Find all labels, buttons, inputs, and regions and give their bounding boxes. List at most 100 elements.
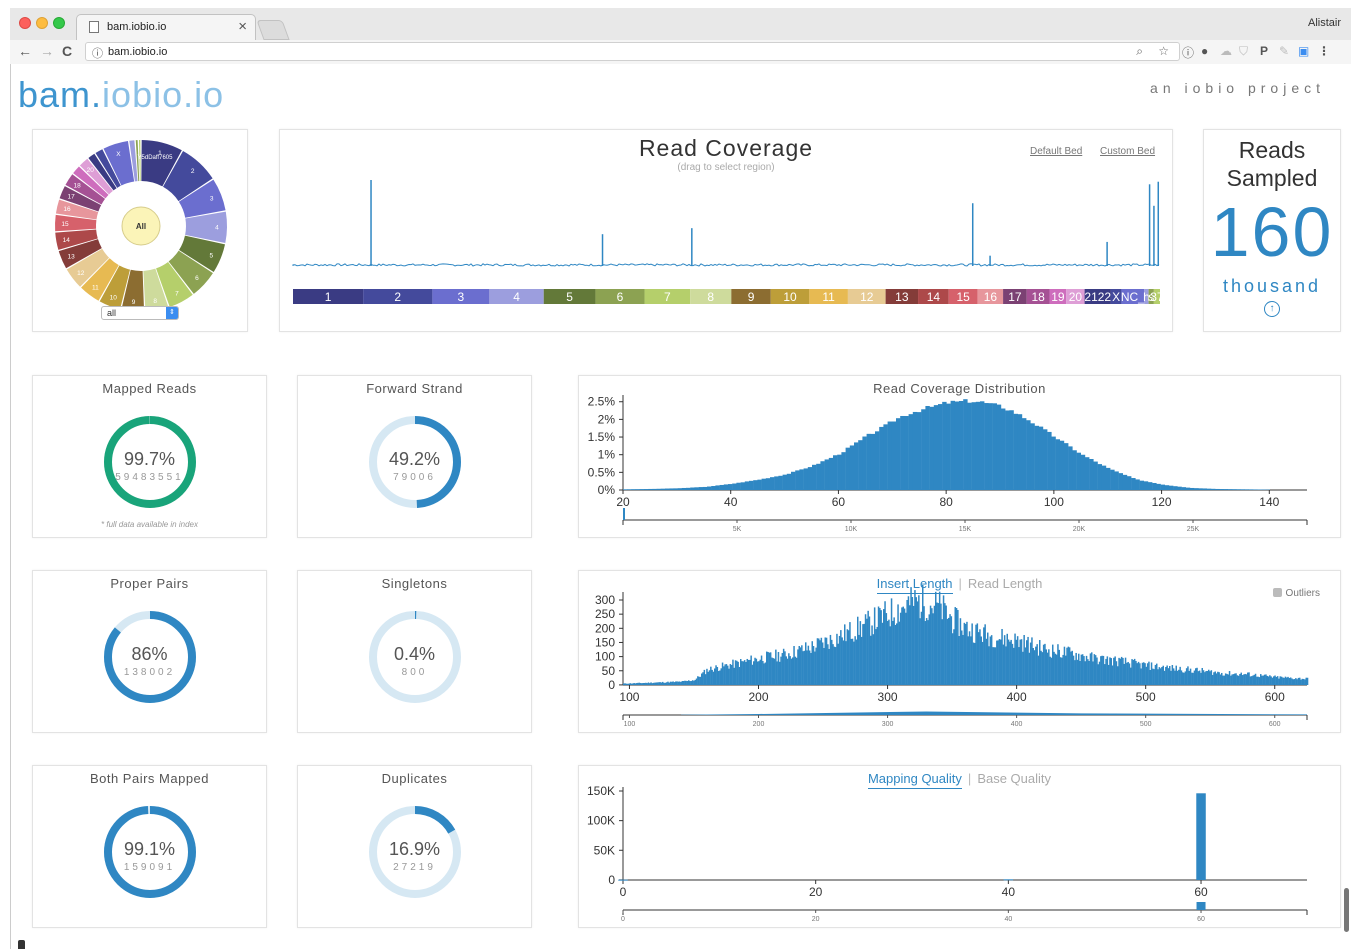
histogram-bar[interactable] xyxy=(1206,488,1212,490)
histogram-bar[interactable] xyxy=(719,670,721,685)
histogram-bar[interactable] xyxy=(744,481,750,490)
histogram-bar[interactable] xyxy=(884,601,886,685)
histogram-bar[interactable] xyxy=(727,665,729,685)
histogram-bar[interactable] xyxy=(931,608,933,685)
histogram-bar[interactable] xyxy=(1015,639,1018,685)
histogram-bar[interactable] xyxy=(1107,664,1110,685)
histogram-bar[interactable] xyxy=(1150,662,1153,685)
histogram-bar[interactable] xyxy=(639,489,645,490)
histogram-bar[interactable] xyxy=(989,636,992,685)
histogram-bar[interactable] xyxy=(1286,677,1288,685)
histogram-bar[interactable] xyxy=(776,661,778,685)
histogram-bar[interactable] xyxy=(858,440,863,490)
histogram-bar[interactable] xyxy=(938,591,941,685)
histogram-bar[interactable] xyxy=(1215,488,1220,490)
histogram-bar[interactable] xyxy=(1256,676,1258,685)
histogram-bar[interactable] xyxy=(1010,639,1012,685)
histogram-bar[interactable] xyxy=(1174,670,1176,685)
histogram-bar[interactable] xyxy=(1101,655,1103,685)
histogram-bar[interactable] xyxy=(1232,674,1235,685)
histogram-bar[interactable] xyxy=(1274,675,1276,685)
histogram-bar[interactable] xyxy=(900,415,905,490)
histogram-bar[interactable] xyxy=(732,483,737,490)
page-scrollbar[interactable] xyxy=(1344,888,1349,932)
histogram-bar[interactable] xyxy=(838,635,841,685)
histogram-bar[interactable] xyxy=(891,421,897,490)
histogram-bar[interactable] xyxy=(1043,429,1048,490)
histogram-bar[interactable] xyxy=(684,680,686,685)
histogram-bar[interactable] xyxy=(1232,489,1237,490)
histogram-bar[interactable] xyxy=(1201,667,1204,685)
histogram-bar[interactable] xyxy=(714,668,716,685)
histogram-bar[interactable] xyxy=(757,479,762,490)
histogram-bar[interactable] xyxy=(793,646,795,685)
histogram-bar[interactable] xyxy=(1265,674,1267,685)
histogram-bar[interactable] xyxy=(1130,667,1132,685)
histogram-bar[interactable] xyxy=(659,682,661,685)
histogram-bar[interactable] xyxy=(821,642,824,685)
histogram-bar[interactable] xyxy=(1074,660,1076,685)
histogram-bar[interactable] xyxy=(1093,654,1096,685)
histogram-bar[interactable] xyxy=(625,683,628,685)
histogram-bar[interactable] xyxy=(768,652,771,685)
histogram-bar[interactable] xyxy=(729,664,732,685)
histogram-bar[interactable] xyxy=(623,683,625,685)
histogram-bar[interactable] xyxy=(971,623,973,685)
histogram-bar[interactable] xyxy=(738,666,741,685)
histogram-bar[interactable] xyxy=(632,683,634,685)
histogram-bar[interactable] xyxy=(1253,674,1256,685)
histogram-bar[interactable] xyxy=(942,595,945,685)
histogram-bar[interactable] xyxy=(652,682,655,685)
histogram-bar[interactable] xyxy=(1144,663,1146,685)
histogram-bar[interactable] xyxy=(740,482,745,490)
histogram-bar[interactable] xyxy=(1288,677,1291,685)
histogram-bar[interactable] xyxy=(841,637,843,685)
histogram-bar[interactable] xyxy=(724,664,726,685)
histogram-bar[interactable] xyxy=(808,650,811,685)
histogram-bar[interactable] xyxy=(933,605,936,685)
histogram-bar[interactable] xyxy=(929,406,934,490)
histogram-bar[interactable] xyxy=(860,636,863,685)
histogram-bar[interactable] xyxy=(761,478,766,490)
histogram-bar[interactable] xyxy=(769,652,772,685)
histogram-bar[interactable] xyxy=(641,683,643,685)
histogram-bar[interactable] xyxy=(686,487,691,490)
histogram-bar[interactable] xyxy=(1219,489,1224,490)
histogram-bar[interactable] xyxy=(1167,668,1170,685)
histogram-bar[interactable] xyxy=(720,668,723,685)
histogram-bar[interactable] xyxy=(1269,675,1271,685)
address-bar[interactable]: ⓘ bam.iobio.io ⌕ ☆ xyxy=(85,42,1180,61)
histogram-bar[interactable] xyxy=(807,645,810,685)
histogram-bar[interactable] xyxy=(1118,473,1123,490)
histogram-bar[interactable] xyxy=(1072,655,1075,685)
histogram-bar[interactable] xyxy=(1184,671,1187,685)
histogram-bar[interactable] xyxy=(846,629,849,685)
histogram-bar[interactable] xyxy=(1252,675,1254,685)
histogram-bar[interactable] xyxy=(833,646,836,685)
histogram-bar[interactable] xyxy=(1083,656,1085,685)
histogram-bar[interactable] xyxy=(693,680,695,685)
histogram-bar[interactable] xyxy=(1011,643,1014,685)
histogram-bar[interactable] xyxy=(937,603,940,685)
histogram-bar[interactable] xyxy=(1016,636,1019,685)
histogram-bar[interactable] xyxy=(833,455,838,490)
histogram-bar[interactable] xyxy=(1076,452,1081,490)
histogram-bar[interactable] xyxy=(1173,486,1178,490)
histogram-bar[interactable] xyxy=(1234,673,1236,685)
histogram-bar[interactable] xyxy=(1071,650,1074,685)
histogram-bar[interactable] xyxy=(912,411,918,490)
histogram-bar[interactable] xyxy=(790,658,793,685)
histogram-bar[interactable] xyxy=(669,681,672,685)
histogram-bar[interactable] xyxy=(628,683,630,685)
menu-icon[interactable]: ⋮ xyxy=(1318,44,1330,58)
histogram-bar[interactable] xyxy=(1287,676,1289,685)
histogram-bar[interactable] xyxy=(1087,659,1089,685)
histogram-bar[interactable] xyxy=(962,634,964,685)
histogram-bar[interactable] xyxy=(984,624,986,685)
histogram-bar[interactable] xyxy=(887,421,892,490)
histogram-bar[interactable] xyxy=(1206,670,1209,685)
histogram-bar[interactable] xyxy=(711,669,713,685)
histogram-bar[interactable] xyxy=(1276,676,1279,685)
histogram-bar[interactable] xyxy=(1163,670,1166,685)
histogram-bar[interactable] xyxy=(854,442,859,490)
